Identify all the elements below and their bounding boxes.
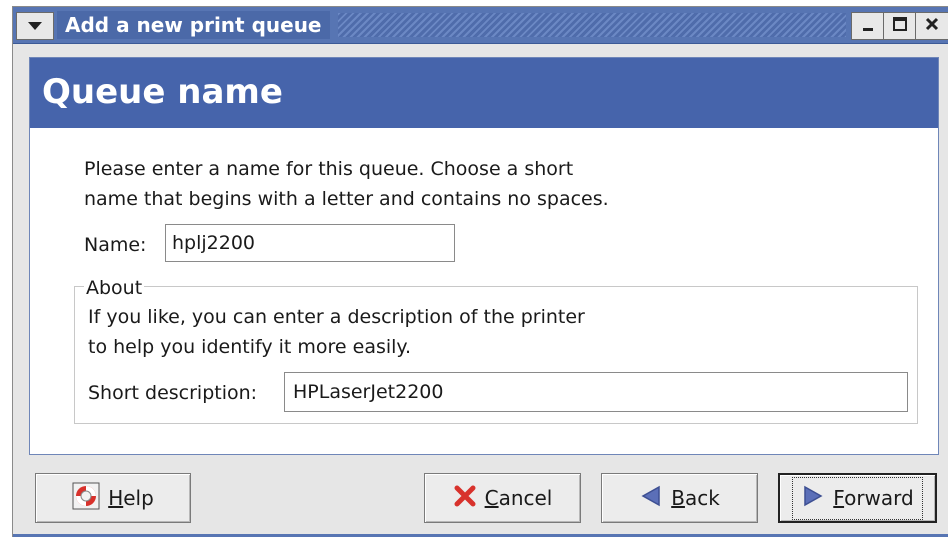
- page-header: Queue name: [30, 58, 938, 128]
- instructions: Please enter a name for this queue. Choo…: [84, 154, 724, 214]
- minimize-icon: [861, 16, 875, 37]
- forward-label: Forward: [833, 486, 914, 510]
- cancel-button[interactable]: Cancel: [424, 473, 581, 523]
- maximize-button[interactable]: [883, 12, 917, 40]
- cancel-x-icon: [453, 484, 477, 513]
- arrow-right-icon: [801, 484, 825, 513]
- short-description-input[interactable]: [284, 372, 908, 412]
- lifebuoy-icon: [72, 482, 100, 515]
- window-menu-button[interactable]: [16, 12, 54, 40]
- instructions-line-1: Please enter a name for this queue. Choo…: [84, 158, 574, 180]
- about-line-1: If you like, you can enter a description…: [88, 306, 585, 328]
- window-title: Add a new print queue: [57, 11, 330, 39]
- arrow-left-icon: [639, 484, 663, 513]
- short-description-label: Short description:: [88, 382, 258, 404]
- help-label: Help: [108, 486, 154, 510]
- about-line-2: to help you identify it more easily.: [88, 336, 411, 358]
- about-text: If you like, you can enter a description…: [88, 302, 728, 362]
- title-bar[interactable]: Add a new print queue: [13, 7, 948, 44]
- back-button[interactable]: Back: [601, 473, 758, 523]
- title-bar-texture: [338, 13, 846, 37]
- minimize-button[interactable]: [851, 12, 885, 40]
- close-button[interactable]: [915, 12, 948, 40]
- chevron-down-icon: [27, 17, 43, 36]
- help-button[interactable]: Help: [35, 473, 191, 523]
- back-label: Back: [671, 486, 720, 510]
- dialog-window: Add a new print queue Queue name Please …: [12, 6, 948, 537]
- maximize-icon: [892, 16, 908, 37]
- close-icon: [924, 16, 940, 37]
- content-panel: Queue name Please enter a name for this …: [29, 57, 939, 455]
- queue-name-input[interactable]: [165, 224, 455, 262]
- forward-focus-ring: Forward: [792, 476, 923, 520]
- name-label: Name:: [84, 234, 147, 256]
- instructions-line-2: name that begins with a letter and conta…: [84, 188, 609, 210]
- window-bottom-border: [13, 534, 948, 537]
- forward-button[interactable]: Forward: [778, 473, 937, 523]
- cancel-label: Cancel: [484, 486, 553, 510]
- page-title: Queue name: [42, 72, 283, 112]
- about-legend: About: [84, 276, 145, 300]
